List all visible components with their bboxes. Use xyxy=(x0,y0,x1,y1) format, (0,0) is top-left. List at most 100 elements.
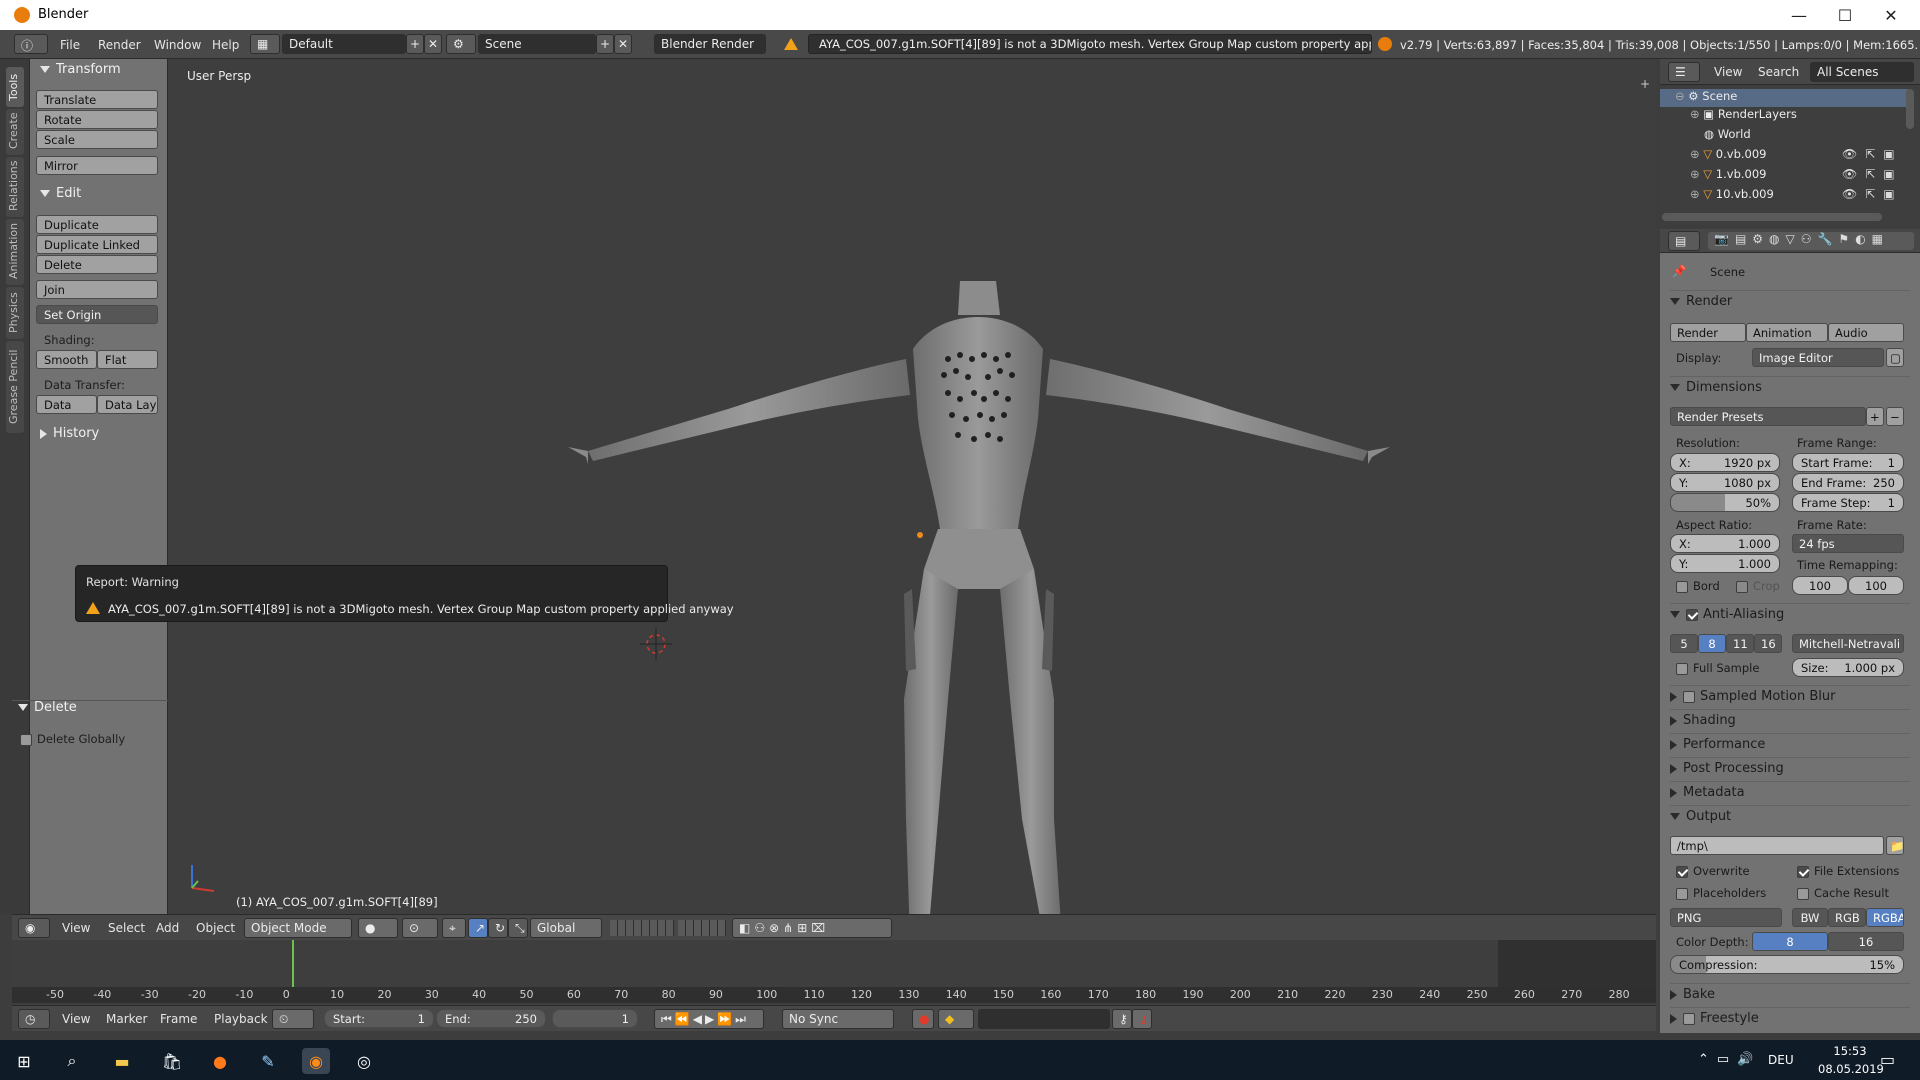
render-presets-dropdown[interactable]: Render Presets xyxy=(1670,407,1866,426)
clock-time[interactable]: 15:53 xyxy=(1818,1044,1882,1058)
outliner-visibility-icons[interactable]: 👁⇱▣ xyxy=(1842,187,1903,201)
outliner-hscrollbar[interactable] xyxy=(1662,213,1882,221)
blender-taskbar-icon[interactable]: ◉ xyxy=(302,1048,330,1074)
crop-checkbox[interactable] xyxy=(1736,580,1748,593)
outliner-menu-search[interactable]: Search xyxy=(1758,65,1799,79)
input-language[interactable]: DEU xyxy=(1768,1053,1794,1067)
windows-start-icon[interactable]: ⊞ xyxy=(10,1048,38,1074)
placeholders-option[interactable]: Placeholders xyxy=(1676,886,1766,900)
tl-menu-marker[interactable]: Marker xyxy=(106,1012,147,1026)
scale-manipulator-icon[interactable]: ⤡ xyxy=(508,918,528,938)
tab-grease-pencil[interactable]: Grease Pencil xyxy=(6,341,24,433)
menu-render[interactable]: Render xyxy=(98,38,141,52)
tab-tools[interactable]: Tools xyxy=(6,67,24,107)
output-path-field[interactable]: /tmp\ xyxy=(1670,836,1884,855)
menu-window[interactable]: Window xyxy=(154,38,201,52)
delete-keyframe-icon[interactable]: ⚷ xyxy=(1132,1009,1152,1029)
render-engine-dropdown[interactable]: Blender Render xyxy=(654,34,766,54)
screen-layout-field[interactable]: Default xyxy=(282,34,406,54)
search-icon[interactable]: ⌕ xyxy=(58,1048,86,1074)
delete-globally-option[interactable]: Delete Globally xyxy=(20,732,125,746)
insert-keyframe-icon[interactable]: ⚷ xyxy=(1112,1009,1132,1029)
manipulator-toggle-icon[interactable]: ⌖ xyxy=(442,918,466,938)
resolution-x-field[interactable]: X: 1920 px xyxy=(1670,453,1780,472)
delete-button[interactable]: Delete xyxy=(36,255,158,274)
placeholders-checkbox[interactable] xyxy=(1676,887,1688,900)
aspect-x-field[interactable]: X: 1.000 xyxy=(1670,534,1780,553)
tl-menu-playback[interactable]: Playback xyxy=(214,1012,268,1026)
color-rgb-button[interactable]: RGB xyxy=(1828,908,1866,927)
delete-globally-checkbox[interactable] xyxy=(20,733,32,746)
tab-physics[interactable]: Physics xyxy=(6,287,24,339)
rotate-button[interactable]: Rotate xyxy=(36,110,158,129)
add-preset-icon[interactable]: + xyxy=(1866,407,1884,426)
clock-date[interactable]: 08.05.2019 xyxy=(1818,1062,1884,1076)
aa-filter-dropdown[interactable]: Mitchell-Netravali xyxy=(1792,634,1904,653)
notification-icon[interactable]: ▭ xyxy=(1880,1050,1895,1069)
display-dropdown[interactable]: Image Editor xyxy=(1752,348,1884,367)
border-option[interactable]: Bord xyxy=(1676,579,1720,593)
post-processing-section-header[interactable]: Post Processing xyxy=(1670,757,1910,777)
firefox-icon[interactable]: ● xyxy=(206,1048,234,1074)
editor-type-info-icon[interactable]: ⓘ xyxy=(14,34,48,54)
crop-option[interactable]: Crop xyxy=(1736,579,1780,593)
transform-panel-header[interactable]: Transform xyxy=(40,62,121,80)
snap-tools-icons[interactable]: ◧⚇⊗⋔⊞⌧ xyxy=(732,918,892,938)
remap-new-field[interactable]: 100 xyxy=(1848,576,1904,595)
start-frame-field[interactable]: Start: 1 xyxy=(324,1009,434,1028)
full-sample-checkbox[interactable] xyxy=(1676,662,1688,675)
playback-controls-icons[interactable]: ⏮⏪◀▶⏩⏭ xyxy=(654,1009,764,1029)
aa-samples-16[interactable]: 16 xyxy=(1754,634,1782,653)
maximize-button[interactable]: ☐ xyxy=(1822,0,1868,30)
scene-icon[interactable]: ⚙ xyxy=(446,34,476,54)
metadata-section-header[interactable]: Metadata xyxy=(1670,781,1910,801)
character-mesh[interactable] xyxy=(168,59,1656,914)
dimensions-section-header[interactable]: Dimensions xyxy=(1670,376,1910,396)
add-scene-icon[interactable]: + xyxy=(596,34,614,54)
viewport-plus-icon[interactable]: + xyxy=(1640,77,1650,91)
data-button[interactable]: Data xyxy=(36,395,97,414)
translate-manipulator-icon[interactable]: ↗ xyxy=(468,918,488,938)
keying-set-icon[interactable]: ◆ xyxy=(938,1009,974,1029)
current-frame-field[interactable]: 1 xyxy=(552,1009,638,1028)
set-origin-dropdown[interactable]: Set Origin xyxy=(36,305,158,324)
motion-blur-section-header[interactable]: Sampled Motion Blur xyxy=(1670,685,1910,705)
animation-button[interactable]: Animation xyxy=(1746,323,1828,342)
performance-section-header[interactable]: Performance xyxy=(1670,733,1910,753)
duplicate-button[interactable]: Duplicate xyxy=(36,215,158,234)
active-keying-set-field[interactable] xyxy=(978,1009,1110,1029)
start-frame-prop[interactable]: Start Frame: 1 xyxy=(1792,453,1904,472)
vp-menu-select[interactable]: Select xyxy=(108,921,145,935)
outliner-row-renderlayers[interactable]: ⊕ ▣ RenderLayers xyxy=(1690,107,1797,125)
file-extensions-option[interactable]: File Extensions xyxy=(1797,864,1899,878)
join-button[interactable]: Join xyxy=(36,280,158,299)
frame-step-prop[interactable]: Frame Step: 1 xyxy=(1792,493,1904,512)
resolution-percentage-slider[interactable]: 50% xyxy=(1670,493,1780,512)
remove-preset-icon[interactable]: − xyxy=(1886,407,1904,426)
outliner-row-world[interactable]: ◍ World xyxy=(1704,127,1751,145)
aa-size-field[interactable]: Size: 1.000 px xyxy=(1792,658,1904,677)
scale-button[interactable]: Scale xyxy=(36,130,158,149)
store-icon[interactable]: 🛍 xyxy=(158,1048,186,1074)
steam-icon[interactable]: ◎ xyxy=(350,1048,378,1074)
pin-icon[interactable]: 📌 xyxy=(1672,264,1686,278)
outliner-visibility-icons[interactable]: 👁⇱▣ xyxy=(1842,147,1903,161)
smooth-button[interactable]: Smooth xyxy=(36,350,97,369)
properties-context-tabs-icons[interactable]: 📷▤⚙◍▽⚇🔧⚑◐▦ xyxy=(1708,232,1914,250)
resolution-y-field[interactable]: Y: 1080 px xyxy=(1670,473,1780,492)
tab-relations[interactable]: Relations xyxy=(6,157,24,217)
border-checkbox[interactable] xyxy=(1676,580,1688,593)
tab-animation[interactable]: Animation xyxy=(6,219,24,285)
editor-type-timeline-icon[interactable]: ◷ xyxy=(18,1009,50,1029)
outliner-row-0vb009[interactable]: ⊕ ▽ 0.vb.009 xyxy=(1690,147,1766,165)
end-frame-prop[interactable]: End Frame: 250 xyxy=(1792,473,1904,492)
compression-slider[interactable]: Compression: 15% xyxy=(1670,955,1904,974)
aspect-y-field[interactable]: Y: 1.000 xyxy=(1670,554,1780,573)
interaction-mode-dropdown[interactable]: Object Mode xyxy=(244,918,352,938)
full-sample-option[interactable]: Full Sample xyxy=(1676,661,1759,675)
minimize-button[interactable]: — xyxy=(1776,0,1822,30)
outliner-display-dropdown[interactable]: All Scenes xyxy=(1810,62,1914,82)
preview-range-icon[interactable]: ⏲ xyxy=(272,1009,314,1029)
color-bw-button[interactable]: BW xyxy=(1792,908,1828,927)
outliner-menu-view[interactable]: View xyxy=(1714,65,1742,79)
